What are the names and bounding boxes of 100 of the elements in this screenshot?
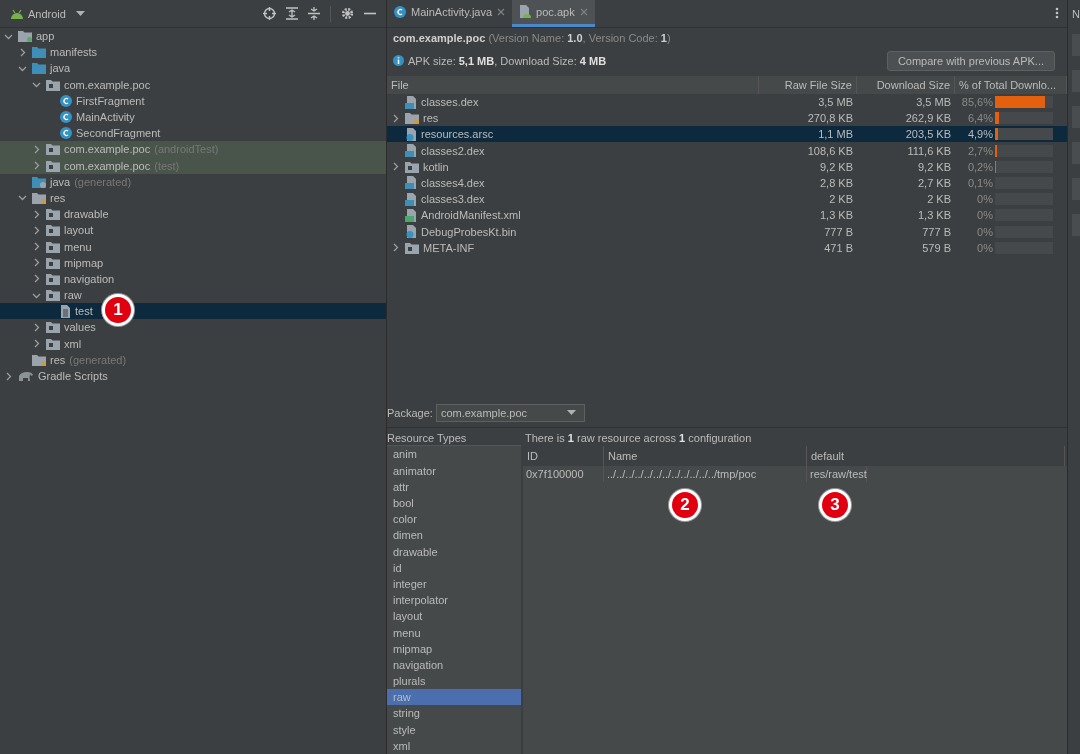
expand-all-icon[interactable]	[286, 7, 298, 20]
chevron-right-icon[interactable]	[391, 113, 400, 123]
tree-item[interactable]: MainActivity	[0, 108, 386, 126]
more-icon[interactable]	[1055, 7, 1059, 20]
chevron-down-icon[interactable]	[18, 193, 27, 203]
file-row[interactable]: DebugProbesKt.bin 777 B 777 B 0%	[387, 223, 1067, 240]
package-label: Package:	[387, 406, 433, 419]
resource-type-item[interactable]: bool	[387, 495, 521, 512]
resource-type-item[interactable]: string	[387, 705, 521, 722]
chevron-right-icon[interactable]	[391, 162, 400, 172]
file-name: classes.dex	[421, 96, 479, 108]
column-header[interactable]: default	[807, 446, 1065, 467]
file-row[interactable]: kotlin 9,2 KB 9,2 KB 0,2%	[387, 158, 1067, 175]
chevron-right-icon[interactable]	[4, 371, 13, 381]
file-row[interactable]: classes2.dex 108,6 KB 111,6 KB 2,7%	[387, 142, 1067, 159]
editor-tab[interactable]: poc.apk	[512, 0, 595, 27]
chevron-right-icon[interactable]	[32, 161, 41, 171]
raw-size: 1,3 KB	[818, 209, 854, 222]
file-row[interactable]: AndroidManifest.xml 1,3 KB 1,3 KB 0%	[387, 207, 1067, 224]
dex-file-icon	[405, 95, 417, 109]
tree-item[interactable]: mipmap	[0, 254, 386, 271]
resource-type-item[interactable]: dimen	[387, 527, 521, 544]
resource-type-item[interactable]: mipmap	[387, 640, 521, 657]
chevron-right-icon[interactable]	[32, 322, 41, 332]
class-icon	[60, 94, 72, 107]
resource-type-item[interactable]: style	[387, 721, 521, 738]
resource-type-item[interactable]: animator	[387, 462, 521, 479]
resource-type-item[interactable]: menu	[387, 624, 521, 641]
resource-type-item[interactable]: layout	[387, 608, 521, 625]
settings-icon[interactable]	[341, 7, 354, 20]
resource-type-item[interactable]: drawable	[387, 543, 521, 560]
column-header[interactable]: Name	[604, 446, 807, 467]
folder-icon	[32, 175, 46, 188]
chevron-right-icon[interactable]	[32, 209, 41, 219]
compare-button[interactable]: Compare with previous APK...	[886, 50, 1055, 71]
chevron-right-icon[interactable]	[32, 225, 41, 235]
resource-type-item[interactable]: attr	[387, 478, 521, 495]
dex-file-icon	[405, 144, 417, 158]
package-dropdown[interactable]: com.example.poc	[435, 403, 586, 422]
percent-value: 2,7%	[966, 144, 993, 157]
folder-icon	[32, 191, 46, 204]
tree-item[interactable]: res	[0, 189, 386, 207]
file-row[interactable]: META-INF 471 B 579 B 0%	[387, 239, 1067, 256]
download-size: 2,7 KB	[916, 176, 952, 189]
tree-label: res	[50, 191, 66, 204]
chevron-right-icon[interactable]	[391, 243, 400, 253]
tree-item[interactable]: com.example.poc	[0, 76, 386, 93]
chevron-right-icon[interactable]	[32, 274, 41, 284]
locate-icon[interactable]	[263, 7, 276, 20]
tree-item[interactable]: Gradle Scripts	[0, 367, 386, 385]
column-header[interactable]: File	[387, 75, 759, 94]
chevron-right-icon[interactable]	[32, 242, 41, 252]
resource-type-item[interactable]: plurals	[387, 673, 521, 690]
file-row[interactable]: classes.dex 3,5 MB 3,5 MB 85,6%	[387, 93, 1067, 111]
tree-item[interactable]: drawable	[0, 206, 386, 223]
tree-item[interactable]: menu	[0, 238, 386, 255]
tree-item[interactable]: xml	[0, 335, 386, 352]
tree-item[interactable]: app	[0, 28, 386, 45]
chevron-right-icon[interactable]	[32, 339, 41, 349]
download-size: 9,2 KB	[916, 160, 952, 173]
tree-item[interactable]: layout	[0, 222, 386, 239]
column-header[interactable]: ID	[523, 446, 604, 467]
chevron-right-icon[interactable]	[32, 258, 41, 268]
folder-icon	[32, 353, 46, 366]
resource-type-item[interactable]: integer	[387, 575, 521, 593]
resource-type-item[interactable]: xml	[387, 737, 521, 754]
tree-item[interactable]: java	[0, 60, 386, 77]
file-row[interactable]: classes4.dex 2,8 KB 2,7 KB 0,1%	[387, 174, 1067, 192]
apk-icon	[519, 5, 532, 19]
column-header[interactable]: Download Size	[857, 75, 955, 94]
view-selector[interactable]: Android	[28, 7, 66, 20]
file-row[interactable]: classes3.dex 2 KB 2 KB 0%	[387, 191, 1067, 208]
close-icon[interactable]	[579, 7, 588, 16]
percent-value: 85,6%	[960, 96, 993, 108]
info-icon	[393, 55, 404, 67]
chevron-right-icon[interactable]	[32, 144, 41, 154]
caret-icon[interactable]	[75, 10, 85, 17]
file-row[interactable]: res 270,8 KB 262,9 KB 6,4%	[387, 110, 1067, 127]
download-size: 579 B	[921, 241, 952, 254]
column-header[interactable]: Raw File Size	[759, 75, 857, 94]
chevron-right-icon[interactable]	[18, 47, 27, 57]
resource-type-item[interactable]: id	[387, 559, 521, 576]
unknown-file-icon	[405, 127, 417, 141]
file-row[interactable]: resources.arsc 1,1 MB 203,5 KB 4,9%	[387, 126, 1067, 143]
tree-item[interactable]: manifests	[0, 44, 386, 61]
collapse-all-icon[interactable]	[308, 7, 320, 20]
tree-item[interactable]: SecondFragment	[0, 125, 386, 142]
tree-item[interactable]: java (generated)	[0, 173, 386, 190]
tree-item[interactable]: FirstFragment	[0, 92, 386, 109]
chevron-down-icon[interactable]	[32, 80, 41, 90]
resource-type-item[interactable]: interpolator	[387, 592, 521, 609]
side-tab[interactable]: N	[1068, 0, 1080, 20]
resource-type-item[interactable]: anim	[387, 446, 521, 463]
close-icon[interactable]	[497, 7, 506, 16]
class-icon	[60, 111, 72, 124]
editor-tab[interactable]: MainActivity.java	[387, 0, 513, 27]
resource-type-item[interactable]: navigation	[387, 656, 521, 674]
tree-item[interactable]: res (generated)	[0, 351, 386, 368]
resource-type-item[interactable]: color	[387, 511, 521, 528]
tree-item[interactable]: navigation	[0, 270, 386, 287]
